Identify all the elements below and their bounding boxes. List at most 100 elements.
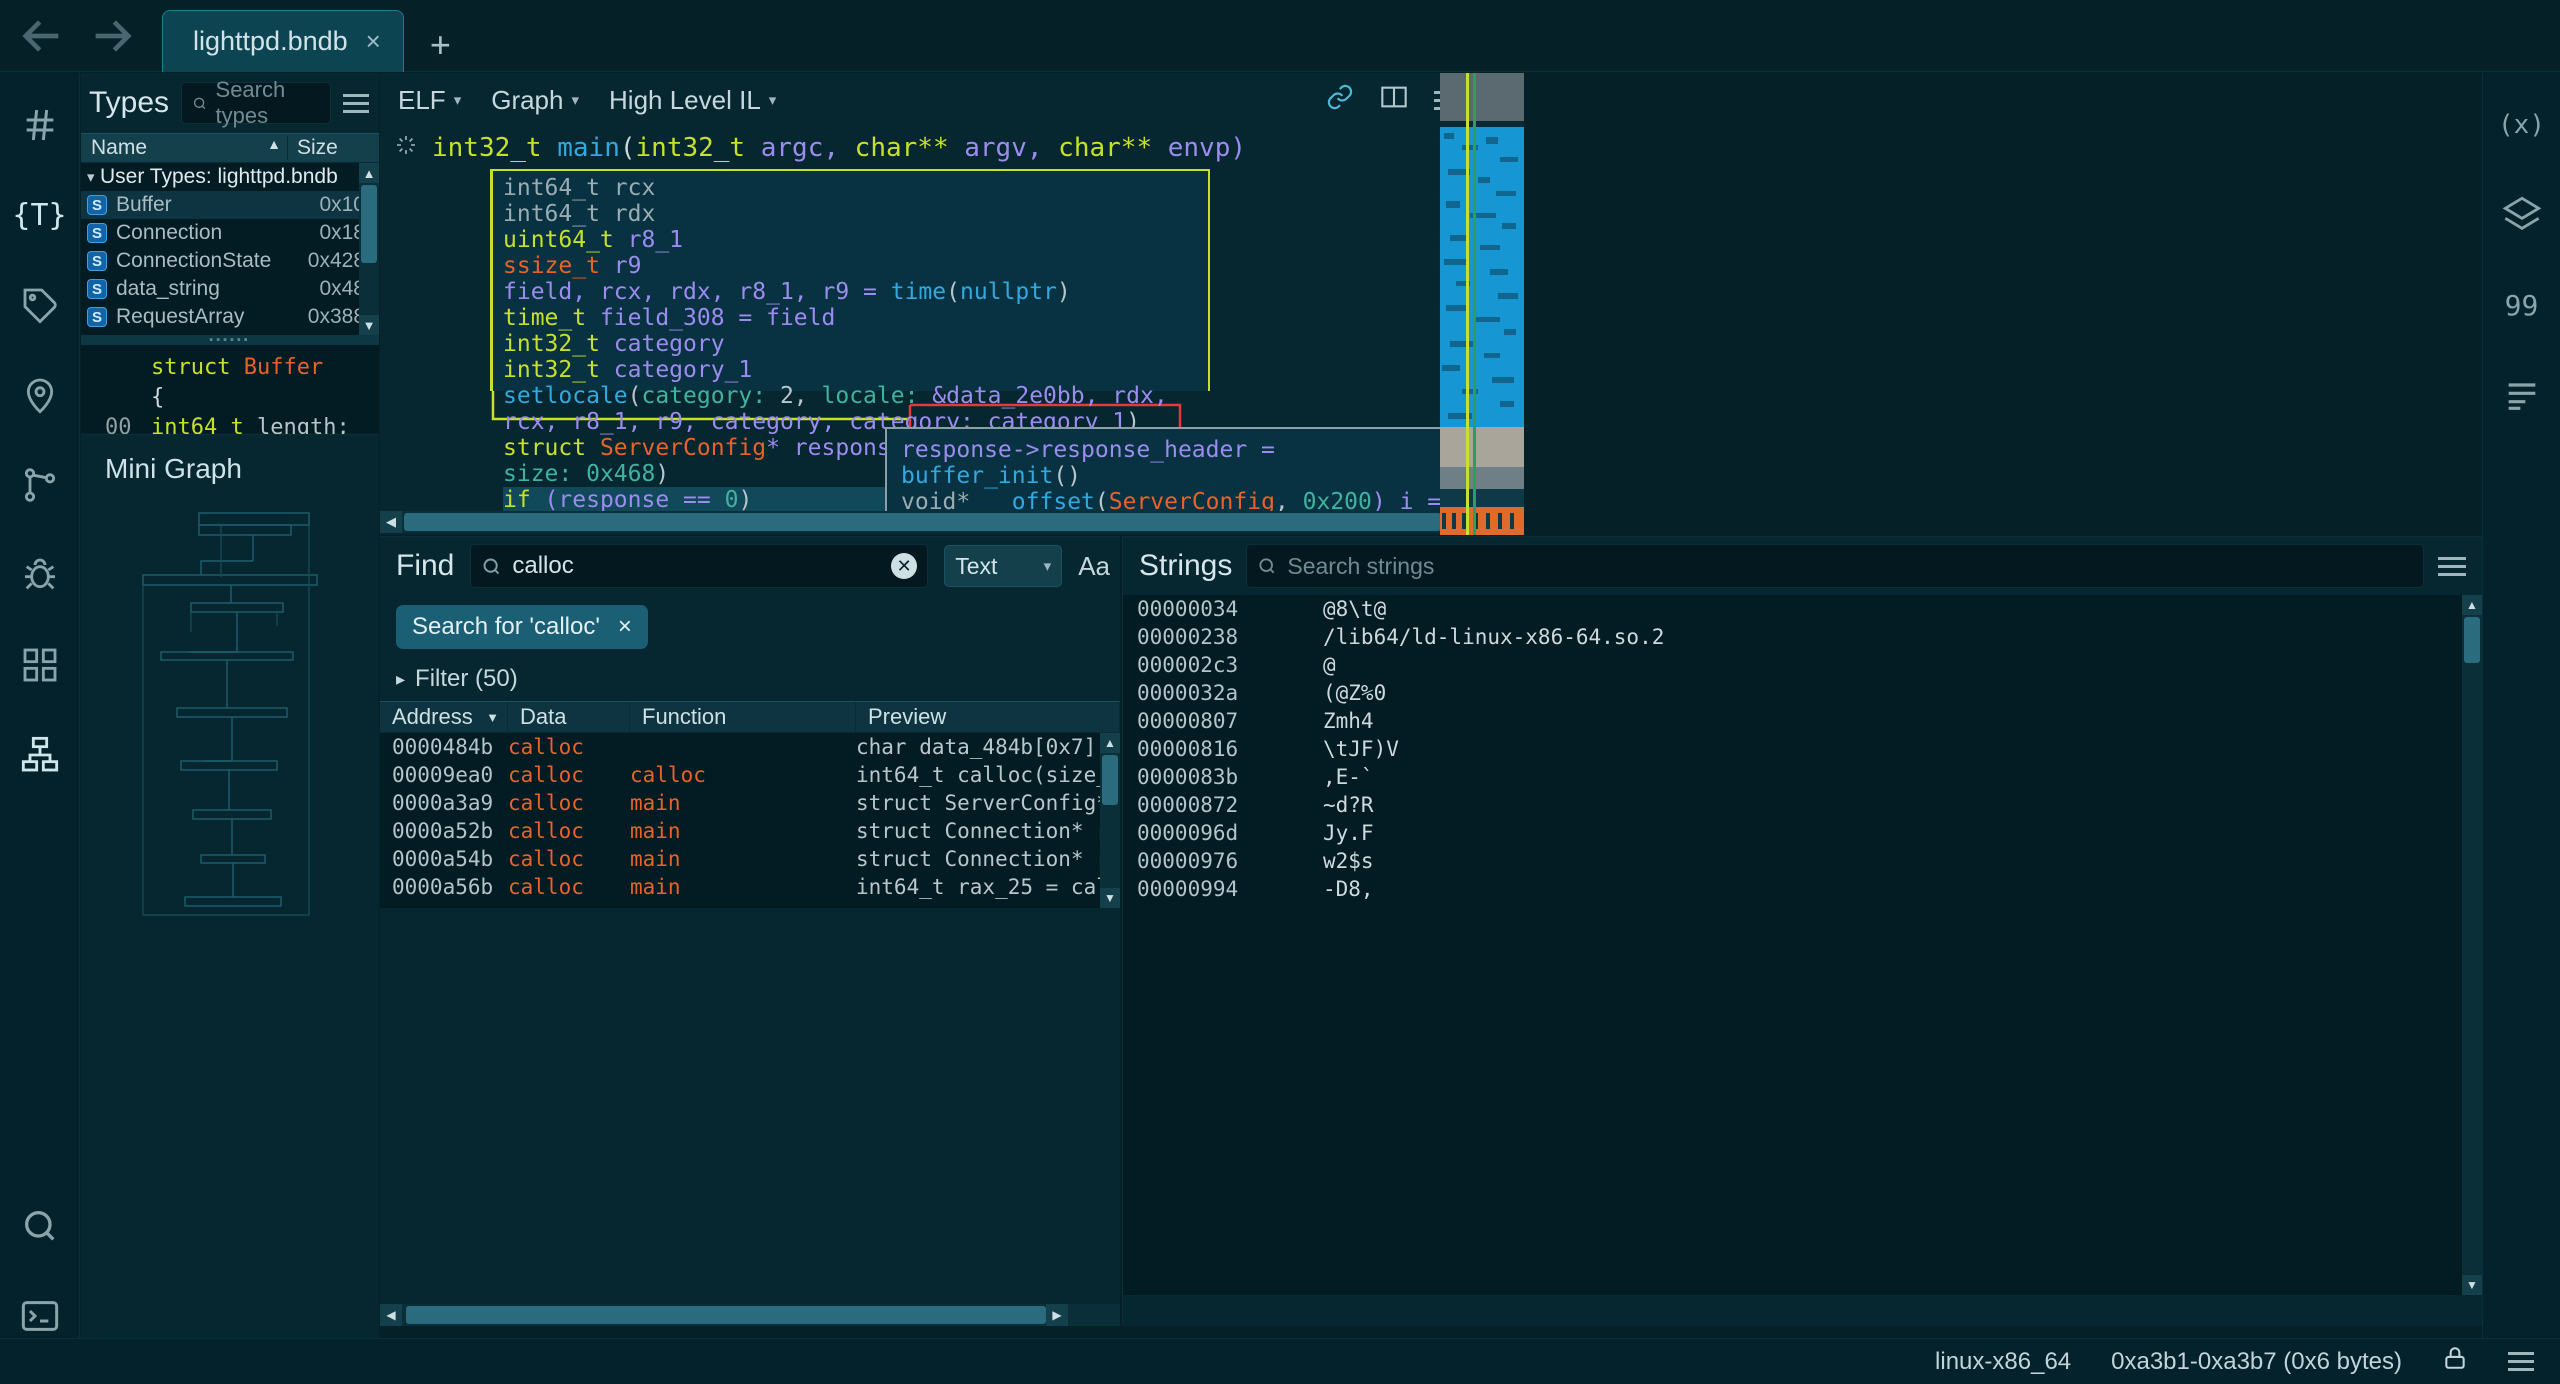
types-row[interactable]: SRequestArray0x388 bbox=[81, 303, 379, 331]
format-dropdown[interactable]: ELF ▾ bbox=[398, 85, 461, 116]
list-item[interactable]: 00000807Zmh4 bbox=[1123, 707, 2482, 735]
basic-block-entry[interactable]: int64_t rcxint64_t rdxuint64_t r8_1ssize… bbox=[490, 169, 1210, 391]
log-lines-icon[interactable] bbox=[2494, 367, 2550, 423]
table-row[interactable]: 0000a3a9callocmainstruct ServerConfig* r… bbox=[380, 789, 1120, 817]
code-line[interactable]: ssize_t r9 bbox=[503, 253, 1208, 279]
types-row[interactable]: SBuffer0x10 bbox=[81, 191, 379, 219]
strings-search-input[interactable]: Search strings bbox=[1246, 544, 2424, 588]
minigraph-icon[interactable] bbox=[12, 727, 68, 783]
main-horizontal-scrollbar[interactable]: ◀ ▶ bbox=[380, 511, 1465, 533]
tag-icon[interactable] bbox=[12, 277, 68, 333]
column-header-size[interactable]: Size bbox=[287, 136, 379, 160]
lock-icon[interactable] bbox=[2442, 1345, 2468, 1378]
scroll-left-icon[interactable]: ◀ bbox=[380, 511, 402, 533]
list-item[interactable]: 00000976w2$s bbox=[1123, 847, 2482, 875]
branch-icon[interactable] bbox=[12, 457, 68, 513]
scroll-down-icon[interactable]: ▼ bbox=[2462, 1275, 2482, 1295]
back-button[interactable] bbox=[14, 8, 70, 64]
link-icon[interactable] bbox=[1326, 83, 1354, 118]
column-header-preview[interactable]: Preview bbox=[856, 702, 1120, 732]
list-item[interactable]: 0000083b,E-` bbox=[1123, 763, 2482, 791]
code-line[interactable]: field, rcx, rdx, r8_1, r9 = time(nullptr… bbox=[503, 279, 1208, 305]
types-menu-icon[interactable] bbox=[343, 94, 369, 113]
table-row[interactable]: 0000a52bcallocmainstruct Connection* rax… bbox=[380, 817, 1120, 845]
strings-vertical-scrollbar[interactable]: ▲ ▼ bbox=[2462, 595, 2482, 1295]
code-line[interactable]: int32_t category_1 bbox=[503, 357, 1208, 383]
code-line[interactable]: time_t field_308 = field bbox=[503, 305, 1208, 331]
terminal-icon[interactable] bbox=[12, 1288, 68, 1344]
clear-circle-icon[interactable]: ✕ bbox=[891, 553, 917, 579]
scroll-up-icon[interactable]: ▲ bbox=[2462, 595, 2482, 615]
scroll-thumb[interactable] bbox=[361, 185, 377, 263]
types-group-row[interactable]: ▾ User Types: lighttpd.bndb bbox=[81, 163, 379, 191]
types-splitter[interactable]: ▪▪▪▪▪▪ bbox=[81, 335, 379, 345]
status-menu-icon[interactable] bbox=[2508, 1352, 2534, 1371]
types-row[interactable]: Sdata_string0x48 bbox=[81, 275, 379, 303]
results-horizontal-scrollbar[interactable]: ◀ ▶ bbox=[380, 1304, 1120, 1326]
code-line[interactable]: void* __offset(ServerConfig, 0x200) i = … bbox=[901, 489, 1463, 513]
types-row[interactable]: SServerConfig0x468 bbox=[81, 331, 379, 335]
scroll-left-icon[interactable]: ◀ bbox=[380, 1304, 402, 1326]
graph-canvas[interactable]: int64_t rcxint64_t rdxuint64_t r8_1ssize… bbox=[380, 169, 1465, 513]
variables-icon[interactable]: (x) bbox=[2494, 97, 2550, 153]
find-mode-select[interactable]: Text ▾ bbox=[944, 545, 1062, 587]
results-table[interactable]: 0000484bcallocchar data_484b[0x7] = "cal… bbox=[380, 733, 1120, 908]
binary-overview-strip[interactable] bbox=[1440, 73, 1524, 535]
list-item[interactable]: 00000034@8\t@ bbox=[1123, 595, 2482, 623]
hash-icon[interactable] bbox=[12, 97, 68, 153]
location-pin-icon[interactable] bbox=[12, 367, 68, 423]
code-line[interactable]: int64_t rdx bbox=[503, 201, 1208, 227]
search-icon[interactable] bbox=[12, 1198, 68, 1254]
table-row[interactable]: 0000a54bcallocmainstruct Connection* rax… bbox=[380, 845, 1120, 873]
scroll-up-icon[interactable]: ▲ bbox=[1100, 733, 1120, 753]
search-chip[interactable]: Search for 'calloc' × bbox=[396, 605, 648, 649]
components-grid-icon[interactable] bbox=[12, 637, 68, 693]
types-row[interactable]: SConnection0x18 bbox=[81, 219, 379, 247]
table-row[interactable]: 0000484bcallocchar data_484b[0x7] = "cal bbox=[380, 733, 1120, 761]
tab-lighttpd-bndb[interactable]: lighttpd.bndb × bbox=[162, 10, 404, 72]
mini-graph-canvas[interactable] bbox=[81, 495, 379, 1375]
match-case-toggle[interactable]: Aa bbox=[1078, 551, 1110, 582]
types-list[interactable]: ▾ User Types: lighttpd.bndb SBuffer0x10S… bbox=[81, 163, 379, 335]
code-line[interactable]: int32_t category bbox=[503, 331, 1208, 357]
types-scrollbar[interactable]: ▲ ▼ bbox=[359, 163, 379, 335]
column-header-name[interactable]: Name ▲ bbox=[81, 136, 287, 160]
list-item[interactable]: 00000994-D8, bbox=[1123, 875, 2482, 903]
scroll-thumb[interactable] bbox=[2464, 617, 2480, 663]
split-pane-icon[interactable] bbox=[1380, 83, 1408, 118]
types-row[interactable]: SConnectionState0x428 bbox=[81, 247, 379, 275]
search-types-input[interactable]: Search types bbox=[181, 82, 331, 124]
code-line[interactable]: int64_t rcx bbox=[503, 175, 1208, 201]
table-row[interactable]: 0000a56bcallocmainint64_t rax_25 = callo… bbox=[380, 873, 1120, 901]
scroll-thumb[interactable] bbox=[1102, 755, 1118, 805]
column-header-data[interactable]: Data bbox=[508, 702, 630, 732]
scroll-right-icon[interactable]: ▶ bbox=[1046, 1304, 1068, 1326]
scroll-down-icon[interactable]: ▼ bbox=[1100, 888, 1120, 908]
strings-menu-icon[interactable] bbox=[2438, 557, 2466, 576]
function-name[interactable]: main bbox=[557, 133, 620, 163]
layers-icon[interactable] bbox=[2494, 187, 2550, 243]
code-line[interactable]: uint64_t r8_1 bbox=[503, 227, 1208, 253]
bug-icon[interactable] bbox=[12, 547, 68, 603]
comments-icon[interactable]: 99 bbox=[2494, 277, 2550, 333]
list-item[interactable]: 0000032a(@Z%0 bbox=[1123, 679, 2482, 707]
column-header-address[interactable]: Address ▼ bbox=[380, 702, 508, 732]
close-icon[interactable]: × bbox=[618, 613, 632, 641]
code-line[interactable]: response->response_header = buffer_init(… bbox=[901, 437, 1463, 489]
new-tab-button[interactable]: + bbox=[430, 24, 451, 72]
find-search-input[interactable]: calloc ✕ bbox=[470, 544, 928, 588]
il-dropdown[interactable]: High Level IL ▾ bbox=[609, 85, 776, 116]
chevron-down-icon[interactable]: ▾ bbox=[87, 168, 100, 186]
list-item[interactable]: 00000872~d?R bbox=[1123, 791, 2482, 819]
strings-list[interactable]: 00000034@8\t@00000238/lib64/ld-linux-x86… bbox=[1123, 595, 2482, 1295]
scroll-thumb[interactable] bbox=[404, 513, 1441, 531]
column-header-function[interactable]: Function bbox=[630, 702, 856, 732]
list-item[interactable]: 000002c3 @ bbox=[1123, 651, 2482, 679]
scroll-thumb[interactable] bbox=[406, 1306, 1046, 1324]
types-icon[interactable]: {T} bbox=[12, 187, 68, 243]
forward-button[interactable] bbox=[84, 8, 140, 64]
list-item[interactable]: 00000816\tJF)V bbox=[1123, 735, 2482, 763]
view-dropdown[interactable]: Graph ▾ bbox=[491, 85, 579, 116]
close-icon[interactable]: × bbox=[366, 26, 381, 57]
filter-disclosure[interactable]: ▸ Filter (50) bbox=[380, 657, 1120, 701]
